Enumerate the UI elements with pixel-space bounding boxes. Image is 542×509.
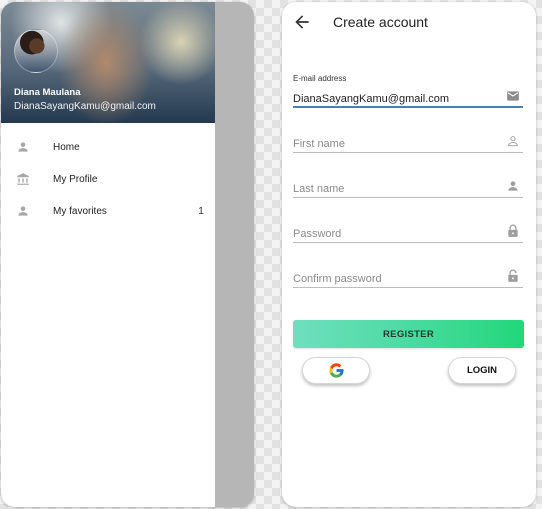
confirm-password-input[interactable] xyxy=(293,273,498,285)
first-name-input[interactable] xyxy=(293,138,498,150)
drawer-menu: Home My Profile My favorites 1 xyxy=(1,131,215,227)
drawer-scrim[interactable] xyxy=(215,2,254,507)
favorites-count-badge: 1 xyxy=(198,205,204,217)
person-icon xyxy=(18,142,28,152)
drawer-item-label: My favorites xyxy=(53,205,107,217)
drawer-item-my-profile[interactable]: My Profile xyxy=(1,163,215,195)
password-underline xyxy=(293,242,523,243)
register-button[interactable]: REGISTER xyxy=(293,320,524,348)
first-name-field xyxy=(293,119,523,153)
lock-icon xyxy=(508,224,518,237)
bank-icon xyxy=(17,173,29,185)
person-outline-icon xyxy=(508,136,518,147)
user-email: DianaSayangKamu@gmail.com xyxy=(14,101,156,112)
drawer-item-label: My Profile xyxy=(53,173,98,185)
last-name-underline xyxy=(293,197,523,198)
last-name-input[interactable] xyxy=(293,183,498,195)
email-field: E-mail address xyxy=(293,74,523,108)
confirm-password-underline xyxy=(293,287,523,288)
mail-icon xyxy=(507,91,519,101)
login-button[interactable]: LOGIN xyxy=(448,357,516,384)
person-icon xyxy=(18,206,28,216)
page-title: Create account xyxy=(333,14,428,30)
email-underline xyxy=(293,106,523,108)
confirm-password-field xyxy=(293,254,523,288)
create-account-screen: Create account E-mail address DianaSayan… xyxy=(282,2,536,507)
first-name-underline xyxy=(293,152,523,153)
arrow-back-icon[interactable] xyxy=(292,12,312,32)
last-name-field xyxy=(293,164,523,198)
person-icon xyxy=(508,181,518,191)
user-name: Diana Maulana xyxy=(14,87,81,98)
lock-open-icon xyxy=(508,269,518,282)
password-field xyxy=(293,209,523,243)
avatar[interactable] xyxy=(14,29,58,73)
app-bar: Create account xyxy=(282,2,536,42)
google-sign-in-button[interactable] xyxy=(302,357,370,384)
drawer-item-my-favorites[interactable]: My favorites 1 xyxy=(1,195,215,227)
drawer-screen: Diana Maulana DianaSayangKamu@gmail.com … xyxy=(1,2,254,507)
password-input[interactable] xyxy=(293,228,498,240)
drawer-item-label: Home xyxy=(53,141,80,153)
email-label: E-mail address xyxy=(293,74,347,83)
navigation-drawer: Diana Maulana DianaSayangKamu@gmail.com … xyxy=(1,2,215,507)
email-input[interactable] xyxy=(293,93,498,105)
drawer-item-home[interactable]: Home xyxy=(1,131,215,163)
drawer-header: Diana Maulana DianaSayangKamu@gmail.com xyxy=(1,2,215,123)
google-g-icon xyxy=(328,363,344,378)
